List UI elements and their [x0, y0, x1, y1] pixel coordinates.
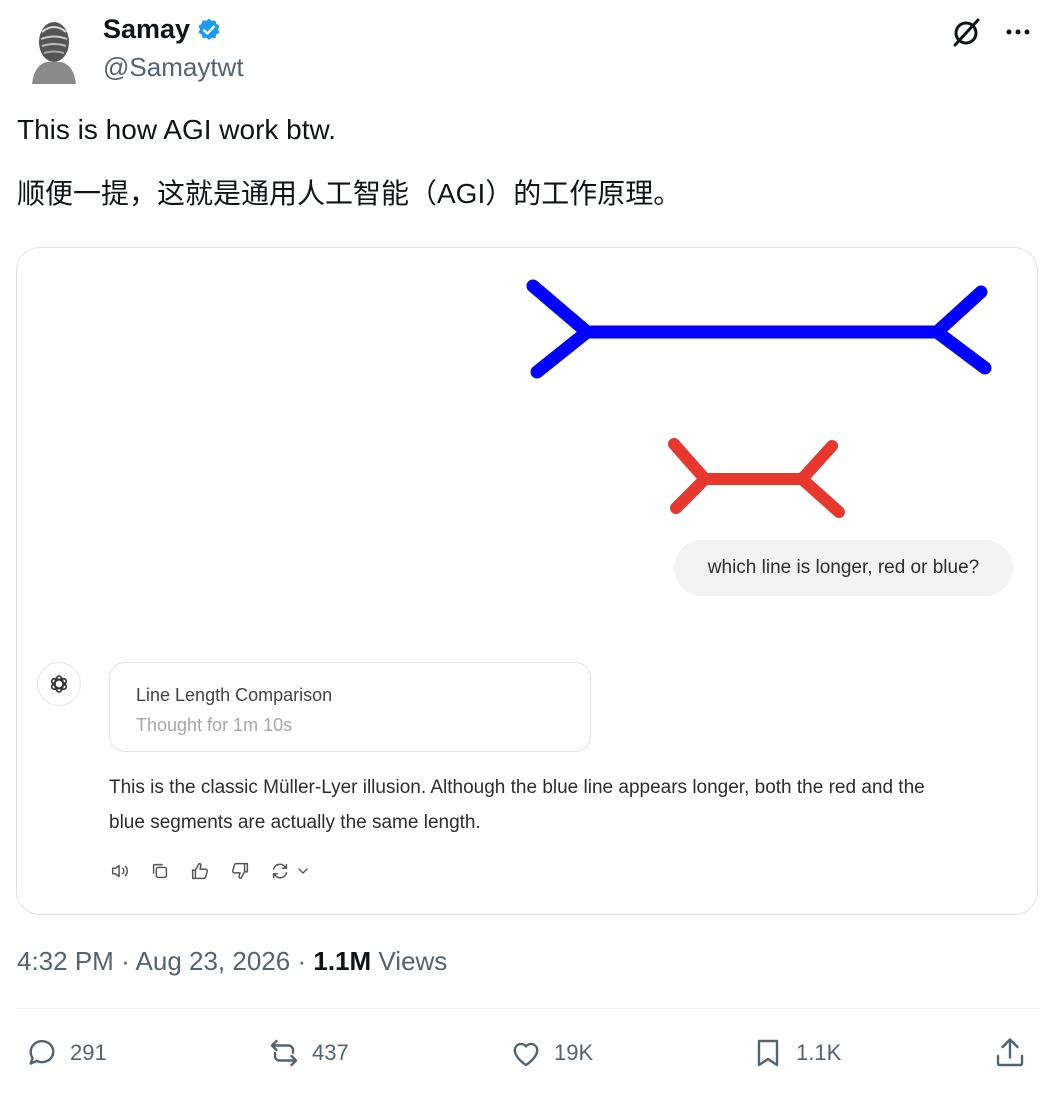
views-label: Views: [378, 946, 448, 976]
chevron-down-icon[interactable]: [295, 863, 311, 879]
author-name-row[interactable]: Samay: [103, 14, 222, 45]
share-button[interactable]: [992, 1035, 1028, 1071]
bookmark-icon: [757, 1039, 779, 1067]
avatar[interactable]: [22, 14, 86, 84]
answer-line-2: blue segments are actually the same leng…: [109, 812, 481, 833]
author-name[interactable]: Samay: [103, 14, 190, 45]
verified-badge-icon: [198, 18, 220, 40]
grok-icon[interactable]: [950, 16, 982, 48]
read-aloud-icon[interactable]: [109, 860, 131, 882]
thought-title: Line Length Comparison: [136, 685, 333, 705]
meta-separator: ·: [297, 946, 307, 976]
like-button[interactable]: 19K: [508, 1035, 593, 1071]
share-icon: [996, 1038, 1024, 1067]
reply-button[interactable]: 291: [24, 1035, 107, 1071]
thumbs-up-icon[interactable]: [189, 860, 211, 882]
reply-icon: [29, 1039, 55, 1065]
more-options-icon[interactable]: [1002, 16, 1034, 48]
copy-icon[interactable]: [149, 860, 171, 882]
tweet-time[interactable]: 4:32 PM: [17, 946, 114, 976]
user-question-bubble: which line is longer, red or blue?: [674, 540, 1013, 596]
views-count: 1.1M: [313, 946, 372, 976]
reply-count: 291: [70, 1040, 107, 1065]
repost-button[interactable]: 437: [266, 1035, 349, 1071]
muller-lyer-figure: [526, 279, 992, 518]
assistant-answer: This is the classic Müller-Lyer illusion…: [109, 770, 999, 840]
thought-duration: Thought for 1m 10s: [136, 715, 293, 735]
tweet-meta: 4:32 PM · Aug 23, 2026 · 1.1M Views: [17, 946, 447, 977]
meta-separator: ·: [121, 946, 130, 976]
bookmark-button[interactable]: 1.1K: [750, 1035, 841, 1071]
bookmark-count: 1.1K: [796, 1040, 842, 1065]
tweet-text-line-2: 顺便一提，这就是通用人工智能（AGI）的工作原理。: [17, 178, 682, 209]
red-line-figure: [668, 438, 845, 518]
divider: [17, 1008, 1039, 1009]
repost-count: 437: [312, 1040, 349, 1065]
regenerate-icon[interactable]: [269, 860, 291, 882]
tweet-text-line-1: This is how AGI work btw.: [17, 114, 336, 145]
heart-icon: [513, 1042, 539, 1067]
tweet-date[interactable]: Aug 23, 2026: [136, 946, 291, 976]
repost-icon: [270, 1039, 298, 1067]
author-handle[interactable]: @Samaytwt: [103, 52, 244, 83]
like-count: 19K: [554, 1040, 594, 1065]
tweet-media[interactable]: which line is longer, red or blue? Line …: [16, 247, 1038, 915]
answer-line-1: This is the classic Müller-Lyer illusion…: [109, 777, 925, 798]
thought-card[interactable]: Line Length Comparison Thought for 1m 10…: [109, 662, 591, 752]
blue-line-figure: [526, 279, 992, 379]
chatgpt-logo-icon: [37, 662, 81, 706]
top-actions: [950, 16, 1034, 48]
thumbs-down-icon[interactable]: [229, 860, 251, 882]
message-actions: [109, 860, 311, 882]
